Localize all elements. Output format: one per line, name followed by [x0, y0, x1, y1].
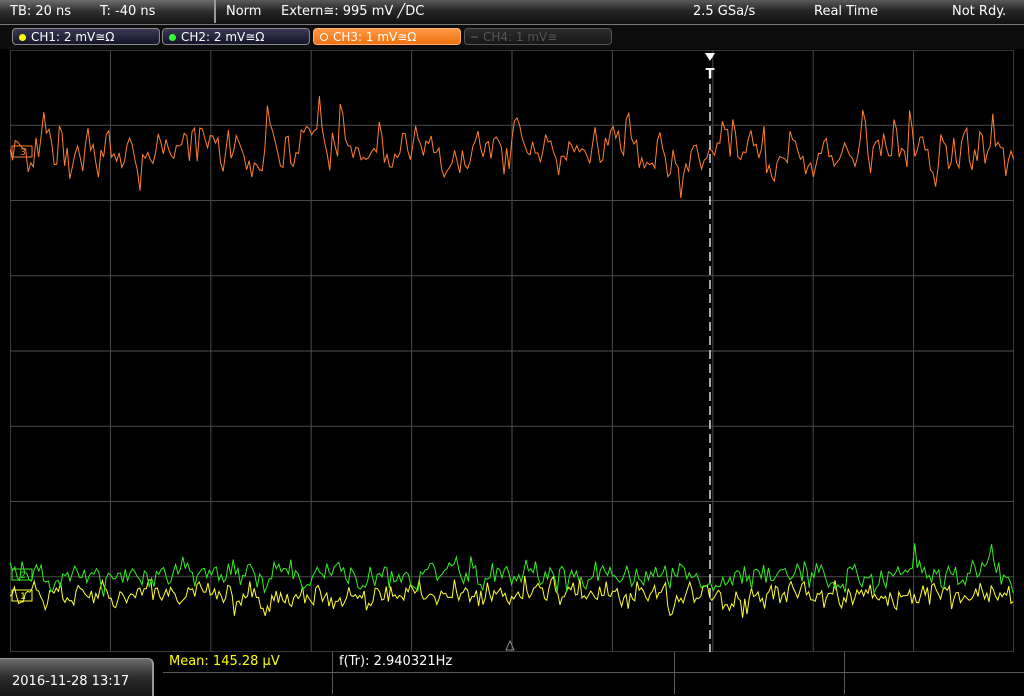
- tab-channel-3[interactable]: CH3: 1 mV≅Ω: [313, 28, 461, 45]
- trigger-mode[interactable]: Norm: [226, 4, 261, 19]
- trigger-source[interactable]: Extern≅: 995 mV ╱DC: [281, 4, 424, 19]
- bottom-bar: 2016-11-28 13:17 Mean: 145.28 µV f(Tr): …: [0, 652, 1024, 696]
- channel-4-indicator-icon: [471, 36, 478, 38]
- timebase-readout: TB: 20 ns: [10, 4, 72, 19]
- waveform-display[interactable]: T 3 2 1: [10, 50, 1014, 652]
- channel-2-label: CH2: 2 mV≅Ω: [181, 30, 265, 44]
- channel-3-indicator-icon: [320, 33, 328, 41]
- measurement-slot-empty[interactable]: [675, 673, 845, 694]
- measurement-mean[interactable]: Mean: 145.28 µV: [163, 652, 333, 673]
- tab-channel-1[interactable]: CH1: 2 mV≅Ω: [12, 28, 160, 45]
- channel-2-indicator-icon: [169, 34, 176, 41]
- channel-tab-row: CH1: 2 mV≅Ω CH2: 2 mV≅Ω CH3: 1 mV≅Ω CH4:…: [0, 25, 1024, 49]
- measurement-trigger-frequency[interactable]: f(Tr): 2.940321Hz: [333, 652, 675, 673]
- measurement-slot-empty[interactable]: [163, 673, 333, 694]
- measurement-slot-empty[interactable]: [845, 673, 1024, 694]
- tab-channel-4[interactable]: CH4: 1 mV≅: [464, 28, 612, 45]
- channel-3-marker-label: 3: [20, 148, 26, 158]
- trigger-marker-label: T: [706, 67, 715, 82]
- sample-rate[interactable]: 2.5 GSa/s: [693, 4, 755, 19]
- channel-2-marker-label: 2: [20, 571, 26, 581]
- status-bar: TB: 20 ns T: -40 ns Norm Extern≅: 995 mV…: [0, 0, 1024, 25]
- channel-4-label: CH4: 1 mV≅: [483, 30, 558, 44]
- measurement-slot-empty[interactable]: [845, 652, 1024, 673]
- timebase-panel[interactable]: TB: 20 ns T: -40 ns: [0, 0, 216, 23]
- datetime-readout: 2016-11-28 13:17: [12, 674, 130, 689]
- measurement-slot-empty[interactable]: [333, 673, 675, 694]
- channel-3-label: CH3: 1 mV≅Ω: [333, 30, 417, 44]
- acquisition-status: Not Rdy.: [952, 4, 1007, 19]
- channel-1-label: CH1: 2 mV≅Ω: [31, 30, 115, 44]
- acquisition-mode[interactable]: Real Time: [814, 4, 878, 19]
- channel-1-indicator-icon: [19, 34, 26, 41]
- channel-1-marker-label: 1: [20, 592, 26, 602]
- trigger-time-readout: T: -40 ns: [100, 4, 156, 19]
- measurement-table[interactable]: Mean: 145.28 µV f(Tr): 2.940321Hz: [163, 652, 1024, 695]
- datetime-panel: 2016-11-28 13:17: [0, 658, 154, 696]
- tab-channel-2[interactable]: CH2: 2 mV≅Ω: [162, 28, 310, 45]
- measurement-slot-empty[interactable]: [675, 652, 845, 673]
